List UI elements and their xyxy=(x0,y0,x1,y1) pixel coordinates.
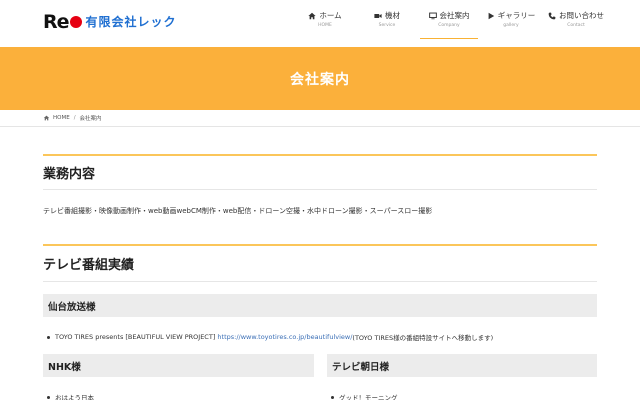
video-camera-icon xyxy=(374,13,382,18)
logo-mark: Re xyxy=(43,11,82,33)
page-banner: 会社案内 xyxy=(0,47,640,110)
tv-section-heading: テレビ番組実績 xyxy=(43,244,597,282)
asahi-item: グッド！モーニング xyxy=(339,394,398,400)
monitor-icon xyxy=(428,12,437,19)
nav-label-company: 会社案内 xyxy=(439,11,470,20)
breadcrumb-current: 会社案内 xyxy=(79,116,102,122)
sendai-heading: 仙台放送様 xyxy=(48,301,96,313)
site-logo[interactable]: Re 有限会社レック xyxy=(43,11,177,33)
nav-item-company[interactable]: 会社案内 Company xyxy=(420,0,478,39)
asahi-list-item: グッド！モーニング xyxy=(331,392,398,400)
nav-label-service: 機材 xyxy=(385,11,400,20)
nav-item-contact[interactable]: お問い合わせ Contact xyxy=(544,0,608,38)
page-title: 会社案内 xyxy=(290,71,350,88)
phone-icon xyxy=(548,12,556,19)
nav-sub-home: HOME xyxy=(318,23,332,28)
nav-item-home[interactable]: ホーム HOME xyxy=(296,0,354,38)
play-icon xyxy=(488,12,494,19)
nav-label-contact: お問い合わせ xyxy=(559,11,604,20)
nhk-heading-box: NHK様 xyxy=(43,354,314,377)
nav-sub-company: Company xyxy=(438,23,460,28)
nav-item-gallery[interactable]: ギャラリー gallery xyxy=(482,0,540,38)
logo-text: Re xyxy=(43,11,70,33)
nav-sub-gallery: gallery xyxy=(503,23,519,28)
sendai-item-link[interactable]: https://www.toyotires.co.jp/beautifulvie… xyxy=(217,333,352,341)
bullet-dot xyxy=(47,335,50,339)
sendai-list-item: TOYO TIRES presents [BEAUTIFUL VIEW PROJ… xyxy=(47,332,493,342)
business-section-heading: 業務内容 xyxy=(43,154,597,190)
sendai-heading-box: 仙台放送様 xyxy=(43,294,597,317)
breadcrumb-separator: / xyxy=(73,115,76,121)
nav-sub-contact: Contact xyxy=(567,23,585,28)
site-header: Re 有限会社レック ホーム HOME 機材 Service 会社案内 Comp… xyxy=(0,0,640,47)
breadcrumb: HOME / 会社案内 xyxy=(0,110,640,127)
nhk-item: おはよう日本 xyxy=(55,394,94,400)
business-heading: 業務内容 xyxy=(43,167,96,182)
nav-sub-service: Service xyxy=(378,23,396,28)
sendai-item-suffix: (TOYO TIRES様の番組特設サイトへ移動します) xyxy=(352,334,494,342)
tv-heading: テレビ番組実績 xyxy=(43,258,135,273)
nhk-heading: NHK様 xyxy=(48,361,81,373)
business-description: テレビ番組撮影・映像動画制作・web動画webCM制作・web配信・ドローン空撮… xyxy=(43,207,433,215)
nhk-list-item: おはよう日本 xyxy=(47,392,94,400)
asahi-heading-box: テレビ朝日様 xyxy=(327,354,597,377)
nav-label-home: ホーム xyxy=(319,11,342,20)
breadcrumb-home-link[interactable]: HOME xyxy=(53,115,70,121)
nav-item-service[interactable]: 機材 Service xyxy=(358,0,416,38)
sendai-item-prefix: TOYO TIRES presents [BEAUTIFUL VIEW PROJ… xyxy=(55,333,218,341)
breadcrumb-home-icon xyxy=(43,115,50,121)
bullet-dot xyxy=(331,395,334,399)
main-nav: ホーム HOME 機材 Service 会社案内 Company ギャラリー g… xyxy=(292,0,608,40)
asahi-heading: テレビ朝日様 xyxy=(332,361,390,373)
bullet-dot xyxy=(47,395,50,399)
nav-label-gallery: ギャラリー xyxy=(497,11,536,20)
home-icon xyxy=(308,12,316,19)
company-name: 有限会社レック xyxy=(85,15,177,29)
logo-red-dot-icon xyxy=(69,15,82,28)
